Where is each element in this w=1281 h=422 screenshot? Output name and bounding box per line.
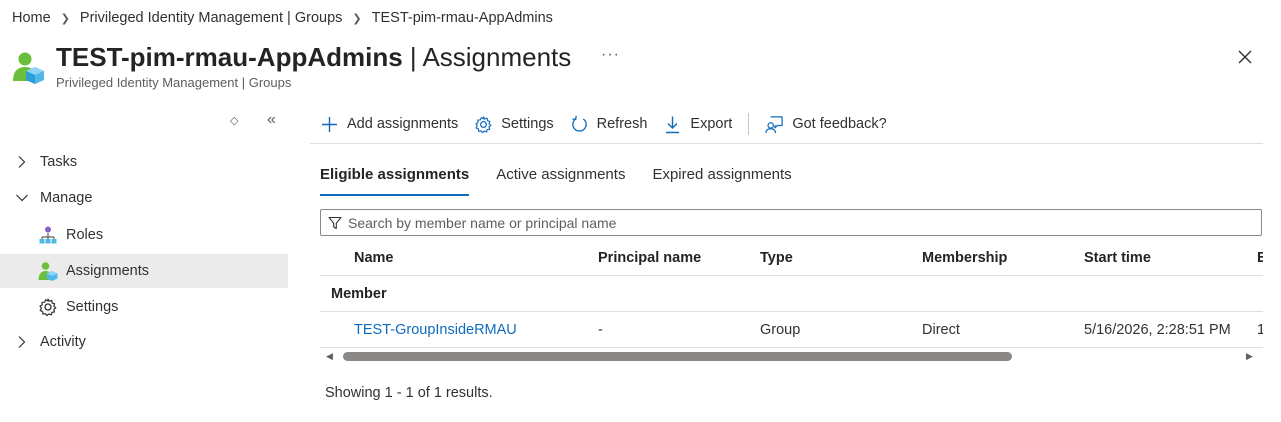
chevron-right-icon <box>18 336 26 348</box>
add-assignments-label: Add assignments <box>347 116 459 132</box>
tab-expired-assignments[interactable]: Expired assignments <box>652 166 791 196</box>
page-title-section: | Assignments <box>402 42 572 72</box>
gear-icon <box>39 298 57 317</box>
collapse-sidebar-icon[interactable]: « <box>267 111 276 129</box>
filter-icon <box>328 216 342 229</box>
column-header-principal-name[interactable]: Principal name <box>598 240 701 276</box>
start-time-cell: 5/16/2026, 2:28:51 PM <box>1084 322 1231 338</box>
feedback-icon <box>765 115 784 133</box>
sidebar-item-manage[interactable]: Manage <box>0 181 288 215</box>
chevron-down-icon <box>16 194 28 202</box>
sidebar-tools: ◇ « <box>0 110 288 136</box>
sidebar-item-settings[interactable]: Settings <box>0 290 288 324</box>
breadcrumb: Home ❯ Privileged Identity Management | … <box>12 10 553 26</box>
search-input[interactable] <box>348 214 1228 231</box>
page-header: TEST-pim-rmau-AppAdmins | Assignments Pr… <box>12 42 571 90</box>
grid-group-row: Member <box>320 276 1263 312</box>
page-title: TEST-pim-rmau-AppAdmins | Assignments <box>56 42 571 72</box>
scrollbar-thumb[interactable] <box>343 352 1012 361</box>
plus-icon <box>322 116 337 132</box>
command-bar: Add assignments Settings Refresh Export … <box>320 112 903 136</box>
breadcrumb-home[interactable]: Home <box>12 10 51 26</box>
close-icon[interactable] <box>1236 48 1254 66</box>
grid-header-row: Name Principal name Type Membership Star… <box>320 240 1263 276</box>
scroll-left-icon[interactable]: ◀ <box>326 351 333 362</box>
more-options-button[interactable]: ··· <box>601 46 620 64</box>
export-label: Export <box>690 116 733 132</box>
group-label-member: Member <box>331 286 387 302</box>
chevron-right-icon: ❯ <box>352 12 362 25</box>
collapse-up-icon[interactable]: ◇ <box>230 114 238 127</box>
column-header-end-time[interactable]: E <box>1257 240 1263 276</box>
refresh-button[interactable]: Refresh <box>570 115 648 134</box>
principal-name-cell: - <box>598 322 603 338</box>
sidebar-item-roles[interactable]: Roles <box>0 218 288 252</box>
chevron-right-icon: ❯ <box>60 12 70 25</box>
breadcrumb-pim-groups[interactable]: Privileged Identity Management | Groups <box>80 10 343 26</box>
download-icon <box>666 116 680 133</box>
gear-icon <box>475 115 492 133</box>
sidebar-item-label: Roles <box>66 227 104 243</box>
column-header-type[interactable]: Type <box>760 240 793 276</box>
column-header-name[interactable]: Name <box>354 240 394 276</box>
page-title-resource: TEST-pim-rmau-AppAdmins <box>56 42 403 72</box>
sidebar-item-assignments[interactable]: Assignments <box>0 254 288 288</box>
settings-label: Settings <box>501 116 554 132</box>
column-header-start-time[interactable]: Start time <box>1084 240 1151 276</box>
assignments-grid: Name Principal name Type Membership Star… <box>320 240 1263 366</box>
assignments-icon <box>38 262 58 281</box>
end-time-cell: 1 <box>1257 322 1263 338</box>
sidebar-item-label: Settings <box>66 299 119 315</box>
member-name-link[interactable]: TEST-GroupInsideRMAU <box>354 312 517 348</box>
toolbar-divider-line <box>310 143 1263 144</box>
table-row[interactable]: TEST-GroupInsideRMAU - Group Direct 5/16… <box>320 312 1263 348</box>
column-header-membership[interactable]: Membership <box>922 240 1007 276</box>
page-subtitle: Privileged Identity Management | Groups <box>56 75 292 90</box>
chevron-right-icon <box>18 156 26 168</box>
type-cell: Group <box>760 322 801 338</box>
feedback-button[interactable]: Got feedback? <box>765 115 887 134</box>
refresh-icon <box>571 115 587 132</box>
toolbar-divider <box>748 113 750 135</box>
sidebar-item-tasks[interactable]: Tasks <box>0 145 288 179</box>
group-assignment-icon <box>13 52 44 84</box>
settings-button[interactable]: Settings <box>474 115 554 134</box>
results-count: Showing 1 - 1 of 1 results. <box>325 385 493 401</box>
feedback-label: Got feedback? <box>792 116 887 132</box>
sidebar-item-label: Activity <box>40 334 86 350</box>
tab-active-assignments[interactable]: Active assignments <box>496 166 625 196</box>
roles-icon <box>39 226 57 244</box>
breadcrumb-current: TEST-pim-rmau-AppAdmins <box>371 10 553 26</box>
sidebar-item-label: Assignments <box>66 263 150 279</box>
search-box <box>320 209 1262 236</box>
refresh-label: Refresh <box>596 116 648 132</box>
horizontal-scrollbar[interactable]: ◀ ▶ <box>320 349 1263 365</box>
assignment-tabs: Eligible assignments Active assignments … <box>320 166 819 196</box>
tab-eligible-assignments[interactable]: Eligible assignments <box>320 166 470 196</box>
sidebar-item-label: Manage <box>40 190 93 206</box>
export-button[interactable]: Export <box>663 115 732 134</box>
sidebar-item-activity[interactable]: Activity <box>0 325 288 359</box>
membership-cell: Direct <box>922 322 960 338</box>
scroll-right-icon[interactable]: ▶ <box>1246 351 1253 362</box>
sidebar-item-label: Tasks <box>40 154 78 170</box>
add-assignments-button[interactable]: Add assignments <box>320 115 458 134</box>
